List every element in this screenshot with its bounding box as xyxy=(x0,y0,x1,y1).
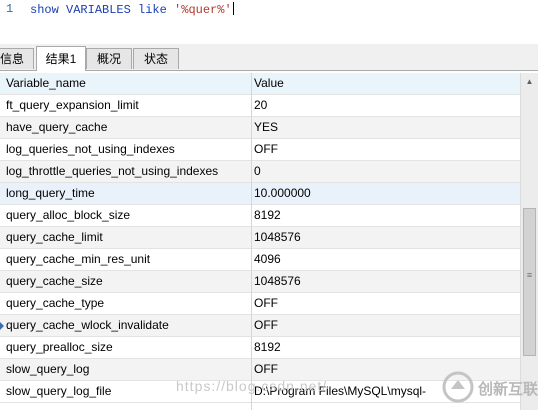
result-grid[interactable]: Variable_name Value ft_query_expansion_l… xyxy=(0,73,520,410)
cell-value[interactable]: 20 xyxy=(254,95,518,116)
table-row[interactable]: query_cache_wlock_invalidate OFF xyxy=(0,315,520,337)
logo-text: 创新互联 xyxy=(478,381,538,398)
cell-variable-name[interactable]: query_prealloc_size xyxy=(6,337,250,358)
sql-keyword-like: like xyxy=(138,3,167,17)
result-tab-bar: 信息 结果1 概况 状态 xyxy=(0,44,538,71)
column-divider[interactable] xyxy=(251,73,252,410)
cell-value[interactable]: YES xyxy=(254,117,518,138)
table-row[interactable]: long_query_time 10.000000 xyxy=(0,183,520,205)
column-header-value[interactable]: Value xyxy=(254,73,518,94)
table-row[interactable]: ft_query_expansion_limit 20 xyxy=(0,95,520,117)
logo-icon xyxy=(442,371,474,403)
column-header-variable-name[interactable]: Variable_name xyxy=(6,73,250,94)
cell-value[interactable]: 10.000000 xyxy=(254,183,518,204)
sql-keyword-show: show xyxy=(30,3,59,17)
cell-value[interactable]: 1048576 xyxy=(254,271,518,292)
cell-value[interactable]: OFF xyxy=(254,293,518,314)
vertical-scrollbar[interactable]: ▲ ≡ xyxy=(520,73,538,410)
table-row[interactable]: query_alloc_block_size 8192 xyxy=(0,205,520,227)
grip-icon: ≡ xyxy=(526,270,533,280)
cell-value[interactable]: OFF xyxy=(254,315,518,336)
cell-variable-name[interactable]: query_cache_limit xyxy=(6,227,250,248)
table-row[interactable]: query_prealloc_size 8192 xyxy=(0,337,520,359)
text-caret xyxy=(232,2,234,15)
cell-value[interactable]: 0 xyxy=(254,161,518,182)
table-row[interactable]: log_queries_not_using_indexes OFF xyxy=(0,139,520,161)
cell-variable-name[interactable]: query_alloc_block_size xyxy=(6,205,250,226)
sql-query-text[interactable]: show VARIABLES like '%quer%' xyxy=(30,2,234,17)
table-row[interactable]: have_query_cache YES xyxy=(0,117,520,139)
cell-variable-name[interactable]: long_query_time xyxy=(6,183,250,204)
cell-variable-name[interactable]: query_cache_type xyxy=(6,293,250,314)
cell-variable-name[interactable]: query_cache_size xyxy=(6,271,250,292)
sql-keyword-variables: VARIABLES xyxy=(66,3,131,17)
brand-logo: 创新互联 xyxy=(440,368,538,408)
scroll-up-icon[interactable]: ▲ xyxy=(521,73,538,90)
cell-variable-name[interactable]: slow_query_log xyxy=(6,359,250,380)
table-row[interactable]: query_cache_type OFF xyxy=(0,293,520,315)
cell-value[interactable]: 4096 xyxy=(254,249,518,270)
sql-editor[interactable]: 1 show VARIABLES like '%quer%' xyxy=(0,0,538,44)
cell-value[interactable]: 1048576 xyxy=(254,227,518,248)
tab-info[interactable]: 信息 xyxy=(0,48,34,69)
cell-value[interactable]: 8192 xyxy=(254,205,518,226)
table-row[interactable]: query_cache_limit 1048576 xyxy=(0,227,520,249)
cell-variable-name[interactable]: query_cache_min_res_unit xyxy=(6,249,250,270)
tab-status[interactable]: 状态 xyxy=(133,48,179,69)
grid-header-row: Variable_name Value xyxy=(0,73,520,95)
cell-value[interactable]: 8192 xyxy=(254,337,518,358)
line-number: 1 xyxy=(6,2,14,16)
table-row[interactable]: query_cache_size 1048576 xyxy=(0,271,520,293)
tab-result-1[interactable]: 结果1 xyxy=(36,46,86,71)
scrollbar-thumb[interactable]: ≡ xyxy=(523,208,536,356)
current-row-marker-icon xyxy=(0,322,4,330)
tab-profile[interactable]: 概况 xyxy=(86,48,132,69)
cell-variable-name[interactable]: log_queries_not_using_indexes xyxy=(6,139,250,160)
cell-variable-name[interactable]: log_throttle_queries_not_using_indexes xyxy=(6,161,250,182)
watermark-text: https://blog.csdn.net/ xyxy=(176,378,328,394)
cell-variable-name[interactable]: ft_query_expansion_limit xyxy=(6,95,250,116)
cell-variable-name[interactable]: have_query_cache xyxy=(6,117,250,138)
sql-pattern-string: '%quer%' xyxy=(174,3,232,17)
table-row[interactable]: query_cache_min_res_unit 4096 xyxy=(0,249,520,271)
cell-variable-name[interactable]: query_cache_wlock_invalidate xyxy=(6,315,250,336)
cell-value[interactable]: OFF xyxy=(254,139,518,160)
table-row[interactable]: log_throttle_queries_not_using_indexes 0 xyxy=(0,161,520,183)
